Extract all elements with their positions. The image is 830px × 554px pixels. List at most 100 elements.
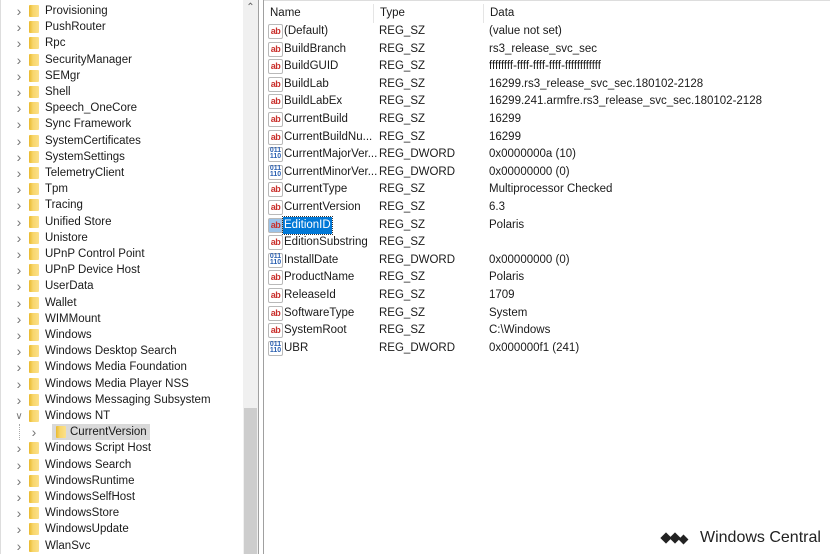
chevron-right-icon[interactable]: › (13, 473, 25, 489)
chevron-right-icon[interactable]: › (13, 52, 25, 68)
tree-item[interactable]: › Tracing (1, 197, 243, 213)
tree-item[interactable]: › Shell (1, 84, 243, 100)
tree-item[interactable]: › Provisioning (1, 3, 243, 19)
chevron-down-icon[interactable]: ∨ (13, 411, 25, 422)
value-row[interactable]: ab EditionSubstring REG_SZ (264, 234, 830, 251)
tree-item[interactable]: › WIMMount (1, 311, 243, 327)
tree-guide-line (19, 424, 20, 441)
chevron-right-icon[interactable]: › (13, 311, 25, 327)
value-row[interactable]: ab (Default) REG_SZ (value not set) (264, 23, 830, 40)
chevron-right-icon[interactable]: › (13, 230, 25, 246)
column-header-name[interactable]: Name (264, 4, 374, 23)
chevron-right-icon[interactable]: › (13, 35, 25, 51)
tree-item[interactable]: › Windows (1, 327, 243, 343)
value-row[interactable]: 011 110 CurrentMajorVer... REG_DWORD 0x00000… (264, 146, 830, 163)
value-row[interactable]: ab BuildLabEx REG_SZ 16299.241.armfre.rs3_r… (264, 93, 830, 110)
tree-item[interactable]: › Unified Store (1, 214, 243, 230)
tree-item[interactable]: › TelemetryClient (1, 165, 243, 181)
value-row[interactable]: ab BuildLab REG_SZ 16299.rs3_release_svc_se… (264, 76, 830, 93)
chevron-right-icon[interactable]: › (13, 149, 25, 165)
value-row[interactable]: ab SoftwareType REG_SZ System (264, 305, 830, 322)
registry-values-list[interactable]: Name Type Data ab (Default) REG_SZ (value n… (264, 0, 830, 554)
tree-item[interactable]: › Windows Desktop Search (1, 343, 243, 359)
value-row[interactable]: 011 110 UBR REG_DWORD 0x000000f1 (241) (264, 340, 830, 357)
value-row[interactable]: ab CurrentBuild REG_SZ 16299 (264, 111, 830, 128)
chevron-right-icon[interactable]: › (13, 392, 25, 408)
tree-item[interactable]: › Wallet (1, 295, 243, 311)
tree-item[interactable]: › SystemSettings (1, 149, 243, 165)
column-header-data[interactable]: Data (484, 4, 830, 23)
value-row[interactable]: ab CurrentVersion REG_SZ 6.3 (264, 199, 830, 216)
chevron-right-icon[interactable]: › (13, 295, 25, 311)
tree-item[interactable]: › PushRouter (1, 19, 243, 35)
column-header-type[interactable]: Type (374, 4, 484, 23)
value-row[interactable]: ab EditionID REG_SZ Polaris (264, 215, 830, 235)
chevron-right-icon[interactable]: › (13, 327, 25, 343)
tree-item[interactable]: › WindowsSelfHost (1, 489, 243, 505)
value-row[interactable]: ab BuildBranch REG_SZ rs3_release_svc_sec (264, 41, 830, 58)
chevron-right-icon[interactable]: › (13, 3, 25, 19)
scroll-up-arrow-icon[interactable]: ⌃ (243, 0, 258, 16)
value-row[interactable]: ab CurrentBuildNu... REG_SZ 16299 (264, 129, 830, 146)
chevron-right-icon[interactable]: › (13, 116, 25, 132)
scrollbar-thumb[interactable] (244, 408, 257, 554)
tree-item[interactable]: › Windows Script Host (1, 440, 243, 456)
tree-item[interactable]: › WlanSvc (1, 538, 243, 554)
chevron-right-icon[interactable]: › (13, 100, 25, 116)
tree-item[interactable]: › Tpm (1, 181, 243, 197)
chevron-right-icon[interactable]: › (13, 278, 25, 294)
tree-item[interactable]: › Windows Media Player NSS (1, 376, 243, 392)
chevron-right-icon[interactable]: › (13, 343, 25, 359)
value-row[interactable]: 011 110 CurrentMinorVer... REG_DWORD 0x00000… (264, 164, 830, 181)
chevron-right-icon[interactable]: › (13, 19, 25, 35)
binary-value-icon: 011 110 (268, 252, 283, 268)
chevron-right-icon[interactable]: › (13, 376, 25, 392)
tree-item[interactable]: › UPnP Control Point (1, 246, 243, 262)
chevron-right-icon[interactable]: › (13, 457, 25, 473)
chevron-right-icon[interactable]: › (13, 165, 25, 181)
tree-item[interactable]: › CurrentVersion (1, 424, 243, 441)
tree-vertical-scrollbar[interactable]: ⌃ (243, 0, 258, 554)
tree-item[interactable]: › Rpc (1, 35, 243, 51)
chevron-right-icon[interactable]: › (13, 197, 25, 213)
chevron-right-icon[interactable]: › (13, 489, 25, 505)
chevron-right-icon[interactable]: › (13, 84, 25, 100)
tree-item[interactable]: › SEMgr (1, 68, 243, 84)
tree-item[interactable]: › UserData (1, 278, 243, 294)
chevron-right-icon[interactable]: › (13, 359, 25, 375)
chevron-right-icon[interactable]: › (13, 214, 25, 230)
folder-icon (29, 69, 39, 82)
tree-item[interactable]: › UPnP Device Host (1, 262, 243, 278)
chevron-right-icon[interactable]: › (28, 424, 40, 440)
chevron-right-icon[interactable]: › (13, 538, 25, 554)
chevron-right-icon[interactable]: › (13, 262, 25, 278)
tree-item[interactable]: › Speech_OneCore (1, 100, 243, 116)
tree-item[interactable]: › SecurityManager (1, 52, 243, 68)
value-row[interactable]: ab SystemRoot REG_SZ C:\Windows (264, 322, 830, 339)
tree-item[interactable]: › WindowsRuntime (1, 473, 243, 489)
value-row[interactable]: ab BuildGUID REG_SZ ffffffff-ffff-ffff-ffff… (264, 58, 830, 75)
tree-item[interactable]: › Windows Media Foundation (1, 359, 243, 375)
tree-item[interactable]: › WindowsUpdate (1, 521, 243, 537)
tree-item[interactable]: › Windows Search (1, 457, 243, 473)
value-row[interactable]: 011 110 InstallDate REG_DWORD 0x00000000 (0) (264, 252, 830, 269)
registry-key-tree[interactable]: › Provisioning › PushRouter › Rpc › SecurityMan… (0, 0, 243, 554)
tree-item[interactable]: › SystemCertificates (1, 133, 243, 149)
tree-item[interactable]: › Unistore (1, 230, 243, 246)
tree-item[interactable]: ∨ Windows NT (1, 408, 243, 424)
chevron-right-icon[interactable]: › (13, 505, 25, 521)
chevron-right-icon[interactable]: › (13, 181, 25, 197)
value-row[interactable]: ab ReleaseId REG_SZ 1709 (264, 287, 830, 304)
tree-item[interactable]: › WindowsStore (1, 505, 243, 521)
chevron-right-icon[interactable]: › (13, 68, 25, 84)
value-data: rs3_release_svc_sec (489, 42, 598, 55)
chevron-right-icon[interactable]: › (13, 521, 25, 537)
tree-item[interactable]: › Windows Messaging Subsystem (1, 392, 243, 408)
chevron-right-icon[interactable]: › (13, 440, 25, 456)
value-row[interactable]: ab CurrentType REG_SZ Multiprocessor Checke… (264, 181, 830, 198)
chevron-right-icon[interactable]: › (13, 246, 25, 262)
tree-item-label: UserData (45, 280, 94, 293)
value-row[interactable]: ab ProductName REG_SZ Polaris (264, 269, 830, 286)
tree-item[interactable]: › Sync Framework (1, 116, 243, 132)
chevron-right-icon[interactable]: › (13, 133, 25, 149)
